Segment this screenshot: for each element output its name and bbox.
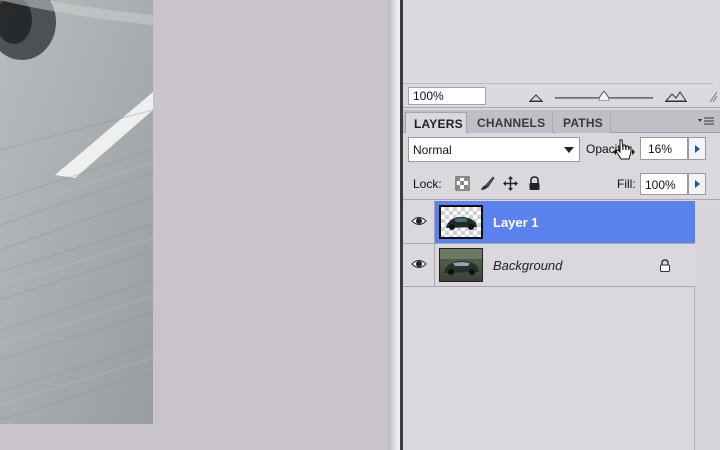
- photoshop-workspace: 100% LAYERS CHANNELS PATHS Normal Opacit…: [0, 0, 720, 450]
- tab-paths[interactable]: PATHS: [555, 112, 611, 133]
- layer-thumbnail[interactable]: [439, 248, 483, 282]
- layer-name[interactable]: Layer 1: [493, 215, 539, 230]
- dropdown-arrow-icon: [564, 147, 574, 153]
- lock-icon: [660, 259, 670, 272]
- navigator-panel: 100%: [403, 0, 720, 108]
- fill-field[interactable]: 100%: [640, 173, 688, 195]
- opacity-field[interactable]: 16%: [640, 137, 688, 160]
- canvas-edge-shadow: [388, 0, 400, 450]
- scrubby-hand-cursor-icon: [613, 139, 635, 160]
- lock-position-move-icon[interactable]: [503, 176, 518, 191]
- car-thumbnail-icon: [446, 217, 477, 230]
- panels-dock: 100% LAYERS CHANNELS PATHS Normal Opacit…: [403, 0, 720, 450]
- eye-icon: [411, 260, 427, 268]
- tab-layers[interactable]: LAYERS: [405, 112, 467, 133]
- zoom-in-mountain-icon[interactable]: [665, 90, 687, 102]
- zoom-out-mountain-icon[interactable]: [529, 92, 543, 102]
- lock-all-icon[interactable]: [527, 176, 542, 191]
- zoom-slider-thumb[interactable]: [599, 91, 609, 101]
- resize-grip-icon[interactable]: [708, 90, 718, 104]
- tab-channels[interactable]: CHANNELS: [469, 112, 553, 133]
- lock-label: Lock:: [413, 177, 442, 191]
- layers-panel-tabbar: LAYERS CHANNELS PATHS: [403, 110, 720, 133]
- layer-thumbnail[interactable]: [439, 205, 483, 239]
- opacity-slider-button[interactable]: [688, 137, 706, 160]
- blend-mode-value: Normal: [413, 143, 452, 157]
- layers-list: Layer 1 Background: [403, 201, 695, 450]
- layers-panel-scrollbar[interactable]: [695, 201, 720, 450]
- car-thumbnail-icon: [440, 249, 482, 275]
- fill-label[interactable]: Fill:: [617, 177, 636, 191]
- canvas-image[interactable]: [0, 0, 153, 424]
- panel-menu-icon[interactable]: [698, 115, 714, 127]
- fill-slider-button[interactable]: [688, 173, 706, 195]
- lock-image-pixels-brush-icon[interactable]: [480, 176, 495, 191]
- motion-blur-photo: [0, 0, 153, 424]
- eye-icon: [411, 217, 427, 225]
- layer-name[interactable]: Background: [493, 258, 562, 273]
- blend-mode-select[interactable]: Normal: [408, 137, 580, 162]
- zoom-level-field[interactable]: 100%: [408, 87, 486, 105]
- visibility-toggle[interactable]: [403, 244, 435, 286]
- document-canvas-area[interactable]: [0, 0, 388, 450]
- lock-row: Lock: Fill: 100%: [403, 168, 720, 200]
- blend-mode-row: Normal Opacity: 16%: [403, 134, 720, 168]
- navigator-preview[interactable]: [403, 0, 713, 84]
- layer-row-layer-1[interactable]: Layer 1: [403, 201, 695, 244]
- layer-row-background[interactable]: Background: [403, 244, 695, 287]
- lock-transparent-pixels-icon[interactable]: [455, 176, 470, 191]
- visibility-toggle[interactable]: [403, 201, 435, 243]
